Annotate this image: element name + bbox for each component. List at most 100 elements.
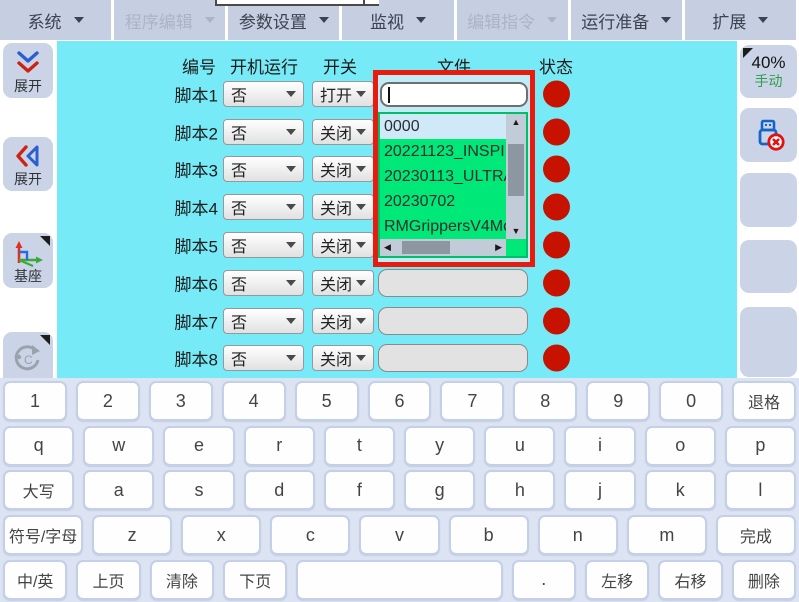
key[interactable]: 退格 — [732, 381, 796, 421]
key[interactable]: p — [725, 426, 796, 466]
key[interactable]: o — [645, 426, 716, 466]
menu-item[interactable]: 参数设置 — [228, 0, 342, 40]
key[interactable]: j — [564, 470, 635, 510]
key[interactable]: d — [244, 470, 315, 510]
menu-item[interactable]: 程序编辑 — [114, 0, 228, 40]
key[interactable]: 中/英 — [3, 560, 67, 600]
switch-select[interactable]: 关闭 — [312, 345, 374, 371]
base-coordinate-button[interactable]: 基座 — [3, 233, 53, 288]
file-option[interactable]: 0000 — [380, 114, 506, 139]
key[interactable]: 左移 — [585, 560, 649, 600]
key[interactable]: x — [181, 515, 261, 555]
usb-error-button[interactable] — [740, 108, 797, 162]
scroll-right-icon[interactable]: ▶ — [495, 239, 502, 256]
key[interactable]: 删除 — [732, 560, 796, 600]
switch-select[interactable]: 关闭 — [312, 194, 374, 220]
file-field[interactable] — [378, 269, 528, 297]
key[interactable]: v — [359, 515, 439, 555]
key[interactable] — [296, 560, 502, 600]
key[interactable]: 9 — [586, 381, 650, 421]
scroll-left-icon[interactable]: ◀ — [384, 239, 391, 256]
key[interactable]: q — [3, 426, 74, 466]
key[interactable]: i — [564, 426, 635, 466]
key[interactable]: h — [484, 470, 555, 510]
menu-item[interactable]: 运行准备 — [571, 0, 685, 40]
key[interactable]: a — [83, 470, 154, 510]
blank-button[interactable] — [740, 307, 797, 377]
switch-select[interactable]: 关闭 — [312, 119, 374, 145]
blank-button[interactable] — [740, 240, 797, 293]
key[interactable]: k — [645, 470, 716, 510]
file-option-label: 0000 — [384, 118, 420, 135]
file-search-input[interactable] — [380, 82, 528, 107]
key[interactable]: 6 — [368, 381, 432, 421]
key[interactable]: c — [270, 515, 350, 555]
switch-select[interactable]: 关闭 — [312, 156, 374, 182]
scroll-down-icon[interactable]: ▼ — [506, 224, 526, 238]
key[interactable]: l — [725, 470, 796, 510]
switch-select[interactable]: 关闭 — [312, 232, 374, 258]
key[interactable]: e — [163, 426, 234, 466]
speed-mode-button[interactable]: 40% 手动 — [740, 45, 797, 98]
key[interactable]: n — [538, 515, 618, 555]
file-field[interactable] — [378, 344, 528, 372]
file-option[interactable]: 20230702 — [380, 189, 506, 214]
key[interactable]: 上页 — [76, 560, 140, 600]
boot-run-select[interactable]: 否 — [223, 308, 304, 334]
menu-item[interactable]: 编辑指令 — [457, 0, 571, 40]
boot-run-select[interactable]: 否 — [223, 194, 304, 220]
file-option[interactable]: 20221123_INSPIR — [380, 139, 506, 164]
horizontal-scroll-thumb[interactable] — [402, 241, 450, 254]
expand-down-button[interactable]: 展开 — [3, 43, 53, 98]
key[interactable]: r — [244, 426, 315, 466]
key[interactable]: 5 — [295, 381, 359, 421]
key[interactable]: f — [324, 470, 395, 510]
key[interactable]: 3 — [149, 381, 213, 421]
key[interactable]: 0 — [659, 381, 723, 421]
file-options: 0000 20221123_INSPIR 20230113_ULTRA 2023… — [380, 114, 506, 239]
boot-run-select[interactable]: 否 — [223, 345, 304, 371]
key[interactable]: 8 — [513, 381, 577, 421]
key[interactable]: s — [163, 470, 234, 510]
vertical-scroll-thumb[interactable] — [508, 144, 524, 196]
key[interactable]: 7 — [440, 381, 504, 421]
key-label: 左移 — [601, 568, 633, 592]
key[interactable]: b — [449, 515, 529, 555]
boot-run-select[interactable]: 否 — [223, 156, 304, 182]
key[interactable]: 1 — [3, 381, 67, 421]
key[interactable]: 4 — [222, 381, 286, 421]
key[interactable]: w — [83, 426, 154, 466]
file-option[interactable]: 20230113_ULTRA — [380, 164, 506, 189]
boot-run-select[interactable]: 否 — [223, 119, 304, 145]
key[interactable]: 右移 — [658, 560, 722, 600]
vertical-scrollbar[interactable]: ▲ ▼ — [506, 114, 526, 239]
key[interactable]: 符号/字母 — [3, 515, 83, 555]
menu-item[interactable]: 系统 — [0, 0, 114, 40]
boot-run-select[interactable]: 否 — [223, 270, 304, 296]
key[interactable]: 完成 — [716, 515, 796, 555]
file-field[interactable] — [378, 307, 528, 335]
key[interactable]: m — [627, 515, 707, 555]
switch-select[interactable]: 关闭 — [312, 270, 374, 296]
key[interactable]: y — [404, 426, 475, 466]
blank-button[interactable] — [740, 173, 797, 227]
boot-run-select[interactable]: 否 — [223, 232, 304, 258]
key[interactable]: 下页 — [223, 560, 287, 600]
key[interactable]: 清除 — [150, 560, 214, 600]
key[interactable]: t — [324, 426, 395, 466]
key[interactable]: u — [484, 426, 555, 466]
key[interactable]: 大写 — [3, 470, 74, 510]
scroll-up-icon[interactable]: ▲ — [506, 115, 526, 129]
boot-run-select[interactable]: 否 — [223, 81, 304, 107]
file-option[interactable]: RMGrippersV4Mo — [380, 214, 506, 239]
expand-left-button[interactable]: 展开 — [3, 137, 53, 191]
horizontal-scrollbar[interactable]: ◀ ▶ — [380, 239, 506, 256]
menu-item[interactable]: 监视 — [342, 0, 456, 40]
key[interactable]: . — [512, 560, 576, 600]
switch-select[interactable]: 打开 — [312, 81, 374, 107]
key[interactable]: 2 — [76, 381, 140, 421]
key[interactable]: g — [404, 470, 475, 510]
key[interactable]: z — [92, 515, 172, 555]
menu-item[interactable]: 扩展 — [685, 0, 799, 40]
switch-select[interactable]: 关闭 — [312, 308, 374, 334]
